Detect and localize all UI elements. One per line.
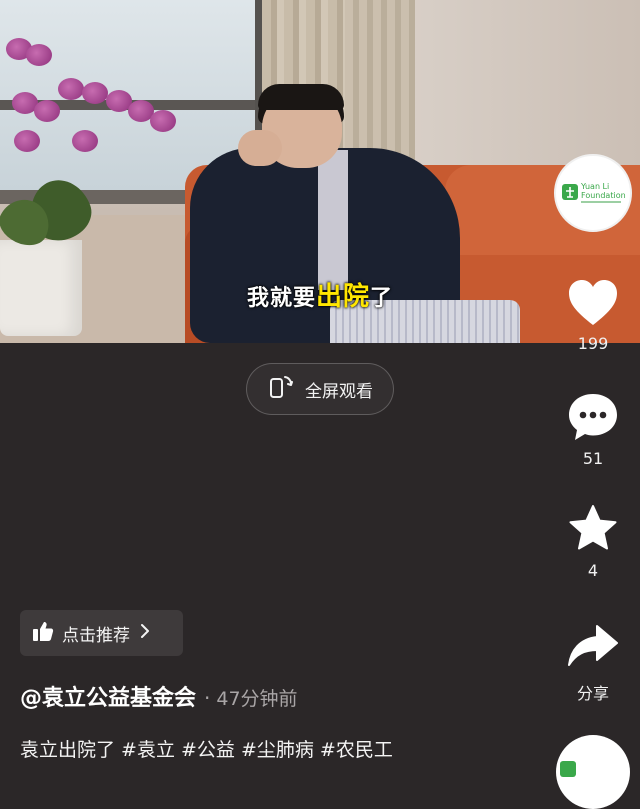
chevron-right-icon xyxy=(138,622,152,644)
favorite-button[interactable]: 4 xyxy=(560,503,626,580)
foundation-logo: Yuan Li Foundation xyxy=(562,182,626,203)
svg-text:Foundation: Foundation xyxy=(581,191,626,200)
thumbs-up-icon xyxy=(32,620,54,646)
favorite-count: 4 xyxy=(587,561,599,580)
recommend-label: 点击推荐 xyxy=(62,625,130,646)
next-author-avatar[interactable] xyxy=(556,735,630,809)
rotate-phone-icon xyxy=(267,373,295,405)
share-button[interactable]: 分享 xyxy=(560,622,626,704)
subtitle-text: 我就要 xyxy=(246,286,316,311)
like-button[interactable]: 199 xyxy=(560,278,626,353)
like-count: 199 xyxy=(577,334,609,353)
comment-icon xyxy=(566,394,620,447)
author-avatar[interactable]: Yuan Li Foundation xyxy=(554,154,632,232)
video-player[interactable]: 我就要出院了 xyxy=(0,0,640,343)
post-description[interactable]: 袁立出院了 #袁立 #公益 #尘肺病 #农民工 xyxy=(20,735,393,762)
subtitle-text: 了 xyxy=(370,286,394,311)
author-line: @袁立公益基金会 · 47分钟前 xyxy=(20,680,298,712)
fullscreen-button[interactable]: 全屏观看 xyxy=(246,363,394,415)
comment-count: 51 xyxy=(582,449,604,468)
star-icon xyxy=(567,505,619,559)
comment-button[interactable]: 51 xyxy=(560,391,626,468)
author-name[interactable]: @袁立公益基金会 xyxy=(20,686,196,711)
subtitle-highlight: 出院 xyxy=(315,282,370,312)
recommend-button[interactable]: 点击推荐 xyxy=(20,610,183,656)
foundation-logo xyxy=(560,761,576,777)
svg-text:Yuan Li: Yuan Li xyxy=(580,182,609,191)
heart-icon xyxy=(566,280,620,332)
separator-dot: · xyxy=(204,686,211,710)
share-label: 分享 xyxy=(576,684,609,703)
video-subtitle: 我就要出院了 xyxy=(0,276,640,313)
share-arrow-icon xyxy=(566,625,620,674)
fullscreen-label: 全屏观看 xyxy=(305,381,373,402)
post-time: 47分钟前 xyxy=(216,688,298,710)
